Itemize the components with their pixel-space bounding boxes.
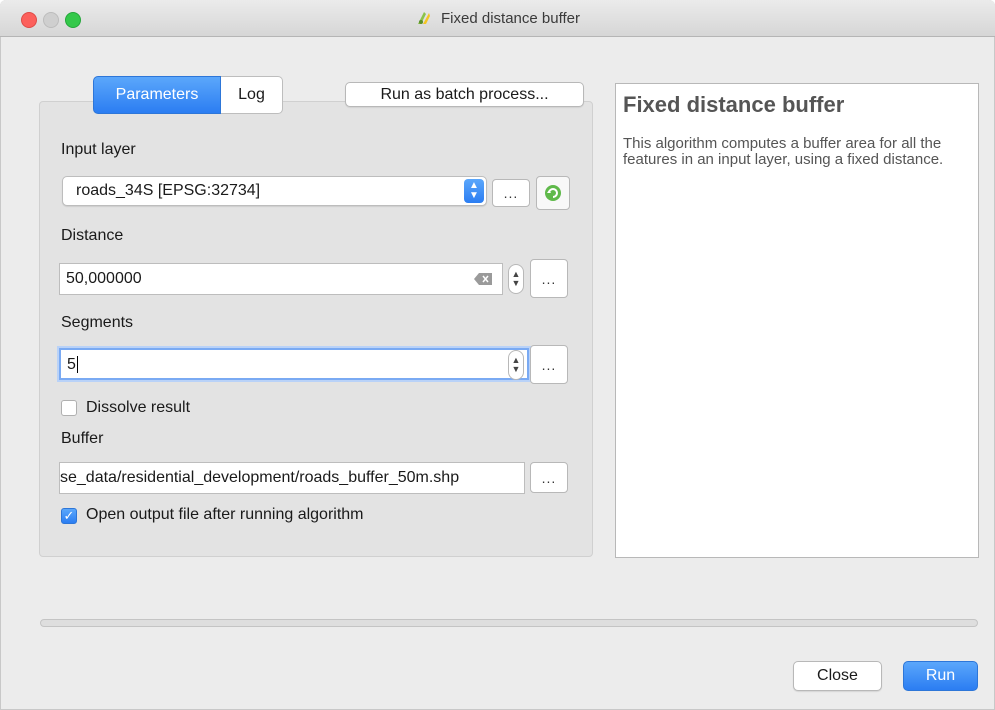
input-layer-value: roads_34S [EPSG:32734] (76, 182, 261, 199)
distance-stepper[interactable]: ▲ ▼ (508, 264, 524, 294)
refresh-icon (545, 185, 561, 201)
run-button[interactable]: Run (903, 661, 978, 691)
open-output-label: Open output file after running algorithm (86, 506, 364, 523)
segments-browse-button[interactable]: ... (530, 345, 568, 384)
close-button[interactable]: Close (793, 661, 882, 691)
dissolve-label: Dissolve result (86, 399, 191, 416)
distance-browse-button[interactable]: ... (530, 259, 568, 298)
chevron-updown-icon: ▲ ▼ (464, 179, 484, 203)
clear-icon[interactable] (474, 273, 492, 285)
input-layer-browse-button[interactable]: ... (492, 179, 530, 207)
window-title: Fixed distance buffer (441, 9, 580, 27)
run-as-batch-button[interactable]: Run as batch process... (345, 82, 584, 107)
progress-bar (40, 619, 978, 627)
distance-value: 50,000000 (66, 270, 142, 287)
buffer-path-value: se_data/residential_development/roads_bu… (60, 469, 460, 486)
tab-log[interactable]: Log (221, 76, 283, 114)
buffer-label: Buffer (61, 430, 104, 447)
title-bar: Fixed distance buffer (0, 0, 995, 37)
help-title: Fixed distance buffer (623, 92, 845, 117)
qgis-logo-icon (418, 12, 430, 24)
segments-input[interactable]: 5 (59, 348, 529, 380)
dissolve-checkbox[interactable] (61, 400, 77, 416)
tab-parameters[interactable]: Parameters (93, 76, 221, 114)
distance-input[interactable]: 50,000000 (59, 263, 503, 295)
help-description: This algorithm computes a buffer area fo… (623, 135, 944, 168)
tab-bar: Parameters Log (93, 76, 283, 114)
input-layer-label: Input layer (61, 141, 136, 158)
segments-stepper[interactable]: ▲ ▼ (508, 350, 524, 380)
segments-value: 5 (67, 356, 78, 374)
dialog-window: Fixed distance buffer Parameters Log Run… (0, 0, 995, 710)
open-output-checkbox[interactable]: ✓ (61, 508, 77, 524)
iterate-layer-button[interactable] (536, 176, 570, 210)
distance-label: Distance (61, 227, 124, 244)
buffer-browse-button[interactable]: ... (530, 462, 568, 493)
segments-label: Segments (61, 314, 134, 331)
checkmark-icon: ✓ (63, 508, 75, 523)
title-container: Fixed distance buffer (0, 0, 995, 36)
buffer-output-path-input[interactable]: se_data/residential_development/roads_bu… (59, 462, 525, 494)
input-layer-select[interactable]: roads_34S [EPSG:32734] ▲ ▼ (62, 176, 487, 206)
help-panel: Fixed distance buffer This algorithm com… (615, 83, 979, 558)
